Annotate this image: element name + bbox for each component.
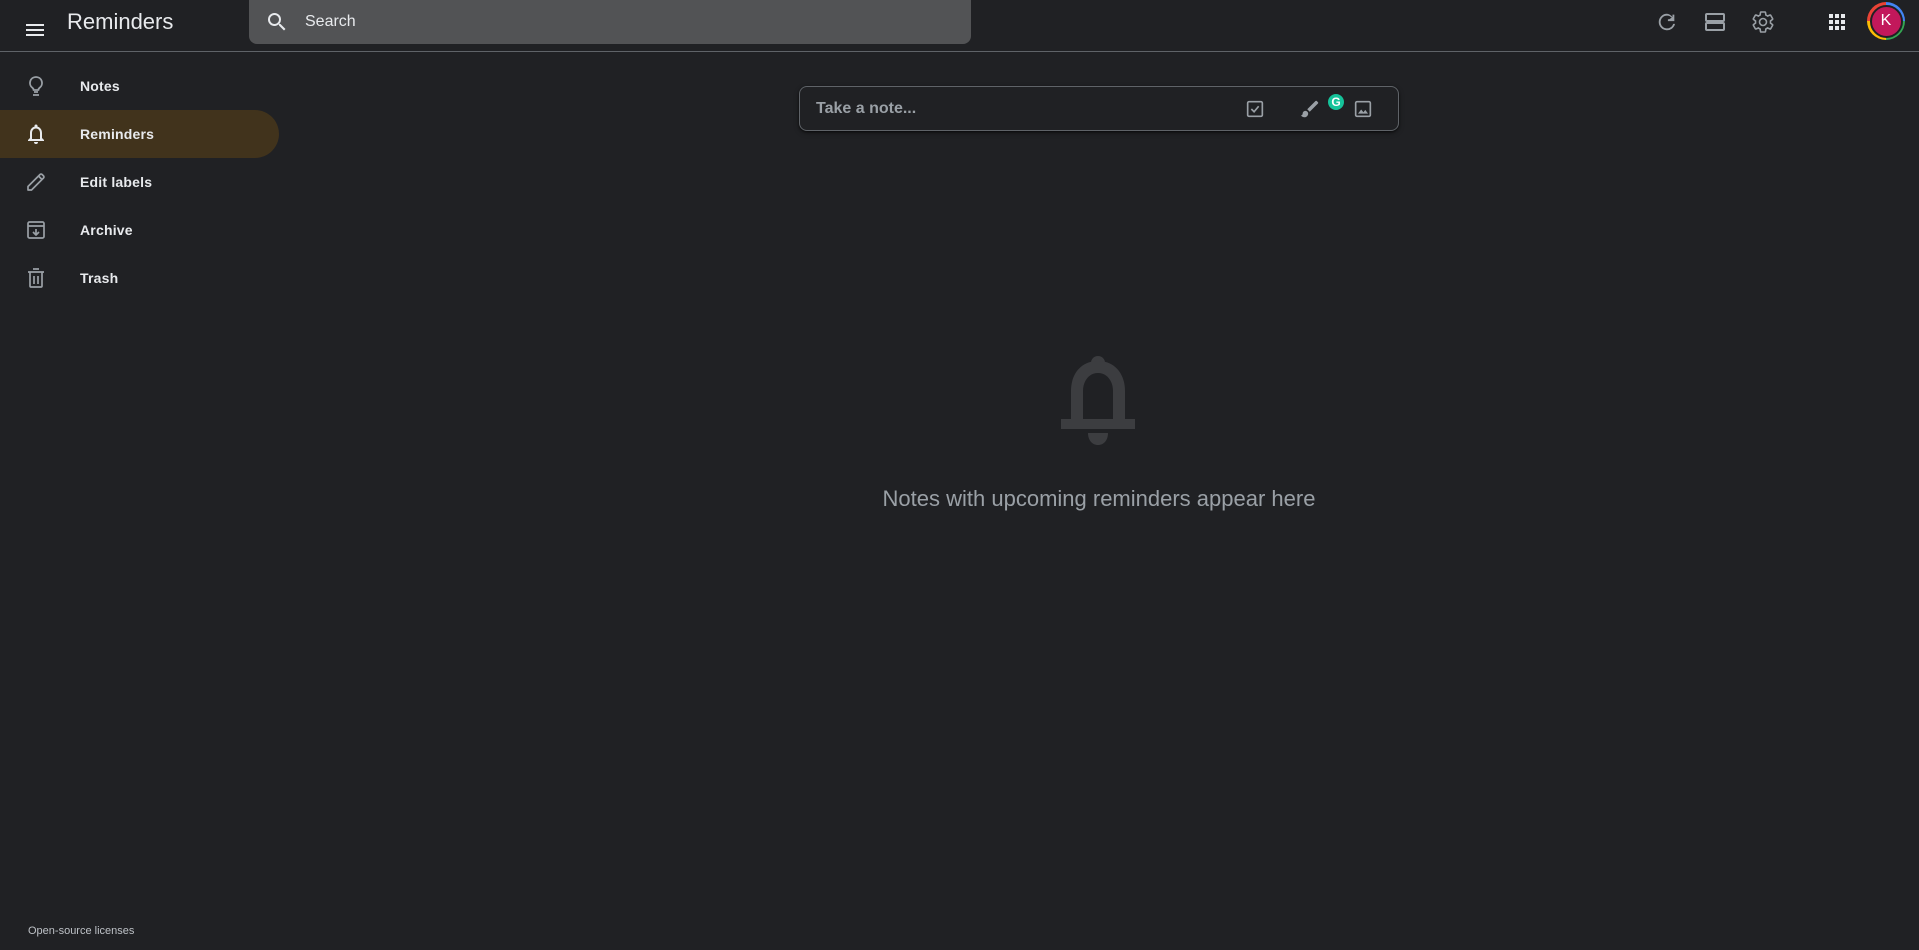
search-icon bbox=[268, 13, 286, 31]
refresh-icon bbox=[1658, 13, 1676, 31]
avatar-letter: K bbox=[1869, 4, 1903, 38]
sidebar-item-edit-labels[interactable]: Edit labels bbox=[0, 158, 279, 206]
new-drawing-button[interactable] bbox=[1290, 89, 1330, 129]
archive-icon bbox=[24, 218, 48, 242]
sidebar-item-label: Reminders bbox=[80, 126, 155, 142]
image-icon bbox=[1354, 100, 1372, 118]
brush-icon bbox=[1300, 100, 1319, 118]
account-avatar[interactable]: K bbox=[1867, 2, 1905, 40]
apps-button[interactable] bbox=[1816, 1, 1858, 43]
search-button[interactable] bbox=[251, 0, 303, 44]
lightbulb-icon bbox=[24, 74, 48, 98]
bell-icon bbox=[1048, 352, 1148, 462]
sidebar-item-notes[interactable]: Notes bbox=[0, 62, 279, 110]
search-bar[interactable] bbox=[249, 0, 971, 44]
sidebar-item-trash[interactable]: Trash bbox=[0, 254, 279, 302]
sidebar-item-label: Archive bbox=[80, 222, 133, 238]
main-menu-button[interactable] bbox=[14, 9, 56, 51]
new-list-button[interactable] bbox=[1235, 89, 1275, 129]
search-input[interactable] bbox=[303, 2, 971, 42]
top-app-bar: Reminders K bbox=[0, 0, 1919, 52]
trash-icon bbox=[24, 266, 48, 290]
sidebar: Notes Reminders Edit labels Archive Tras… bbox=[0, 62, 280, 302]
sidebar-item-label: Notes bbox=[80, 78, 120, 94]
hamburger-menu-icon bbox=[26, 24, 44, 36]
list-view-button[interactable] bbox=[1694, 1, 1736, 43]
open-source-licenses-link[interactable]: Open-source licenses bbox=[28, 925, 134, 937]
take-note-bar[interactable]: Take a note... G bbox=[799, 86, 1399, 131]
pencil-icon bbox=[24, 170, 48, 194]
bell-icon bbox=[24, 122, 48, 146]
apps-grid-icon bbox=[1829, 14, 1845, 30]
sidebar-item-archive[interactable]: Archive bbox=[0, 206, 279, 254]
checkbox-icon bbox=[1246, 100, 1264, 118]
take-note-input[interactable]: Take a note... bbox=[816, 100, 916, 118]
sidebar-item-label: Trash bbox=[80, 270, 119, 286]
new-image-button[interactable] bbox=[1343, 89, 1383, 129]
empty-state-message: Notes with upcoming reminders appear her… bbox=[882, 486, 1316, 511]
settings-button[interactable] bbox=[1742, 1, 1784, 43]
gear-icon bbox=[1752, 11, 1774, 33]
sidebar-item-label: Edit labels bbox=[80, 174, 153, 190]
page-title: Reminders bbox=[67, 9, 174, 34]
sidebar-item-reminders[interactable]: Reminders bbox=[0, 110, 279, 158]
list-view-icon bbox=[1705, 13, 1725, 31]
refresh-button[interactable] bbox=[1646, 1, 1688, 43]
